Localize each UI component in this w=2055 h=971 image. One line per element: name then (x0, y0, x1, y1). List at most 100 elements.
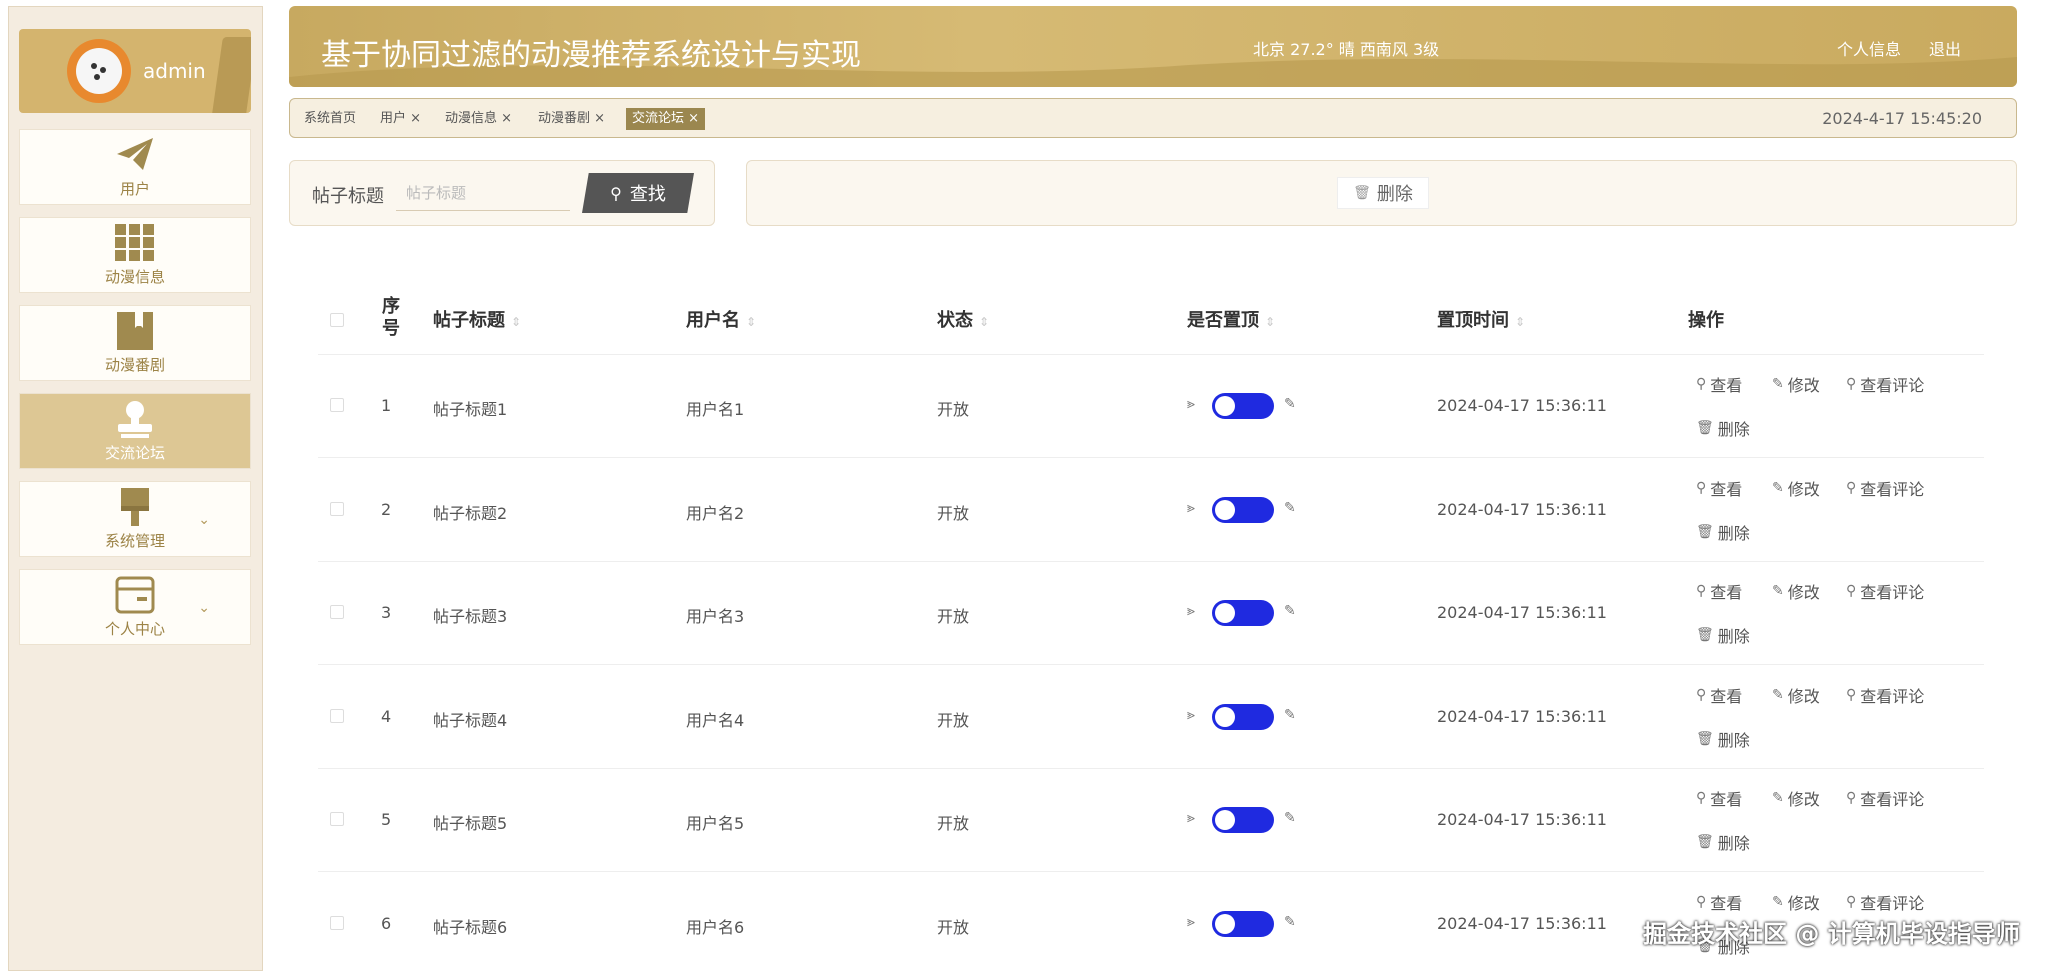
sidebar-item-personal[interactable]: 个人中心 ⌄ (19, 569, 251, 645)
profile-link[interactable]: 个人信息 (1837, 36, 1901, 60)
view-button[interactable]: ⚲ 查看 (1696, 890, 1742, 914)
pin-toggle[interactable] (1212, 910, 1274, 937)
trash-icon: 🗑 (1696, 834, 1714, 850)
sidebar: admin 用户 动漫信息 动漫番剧 交流论坛 系统管理 ⌄ 个人中心 ⌄ (8, 6, 263, 971)
page-title: 基于协同过滤的动漫推荐系统设计与实现 (321, 38, 861, 73)
col-status-label: 状态 (937, 310, 973, 331)
trash-icon: 🗑 (1696, 523, 1714, 540)
tab-home[interactable]: 系统首页 (298, 108, 362, 130)
row-checkbox[interactable] (330, 915, 344, 930)
view-button[interactable]: ⚲ 查看 (1696, 786, 1742, 810)
share-icon: ⪢ (1187, 499, 1195, 516)
view-label: 查看 (1710, 686, 1743, 706)
view-comments-button[interactable]: ⚲ 查看评论 (1846, 579, 1924, 603)
cell-title: 帖子标题6 (433, 917, 508, 937)
search-icon: ⚲ (1846, 583, 1857, 599)
row-checkbox[interactable] (330, 605, 344, 619)
col-pin-time[interactable]: 置顶时间 ⇕ (1437, 306, 1525, 332)
pin-toggle[interactable] (1212, 393, 1274, 419)
row-checkbox[interactable] (330, 398, 344, 412)
cell-title: 帖子标题4 (433, 710, 508, 730)
tab-anime-series[interactable]: 动漫番剧 × (532, 108, 611, 130)
search-icon: ⚲ (1846, 893, 1857, 910)
view-comments-button[interactable]: ⚲ 查看评论 (1846, 372, 1924, 396)
delete-label: 删除 (1717, 834, 1750, 853)
row-checkbox[interactable] (330, 812, 344, 826)
view-label: 查看 (1710, 893, 1743, 913)
view-button[interactable]: ⚲ 查看 (1696, 579, 1742, 603)
tab-anime-info[interactable]: 动漫信息 × (439, 108, 518, 130)
view-comments-button[interactable]: ⚲ 查看评论 (1846, 476, 1924, 500)
pencil-icon[interactable]: ✎ (1284, 603, 1296, 619)
col-user-label: 用户名 (686, 310, 740, 331)
cell-title: 帖子标题2 (433, 503, 508, 523)
delete-label: 删除 (1717, 420, 1750, 439)
wallet-icon (115, 576, 155, 613)
delete-button[interactable]: 🗑 删除 (1696, 727, 1750, 751)
chevron-down-icon: ⌄ (198, 600, 210, 616)
pencil-icon[interactable]: ✎ (1284, 396, 1296, 412)
cell-user: 用户名2 (686, 503, 745, 523)
edit-button[interactable]: ✎ 修改 (1772, 579, 1820, 603)
table-row: 3 帖子标题3 用户名3 开放 ⪢ ✎ 2024-04-17 15:36:11 ⚲ 查看 ✎ 修改 ⚲… (318, 561, 1984, 665)
view-comments-button[interactable]: ⚲ 查看评论 (1846, 786, 1924, 810)
edit-button[interactable]: ✎ 修改 (1772, 476, 1820, 500)
sidebar-item-users[interactable]: 用户 (19, 129, 251, 205)
tab-forum[interactable]: 交流论坛 × (626, 108, 706, 130)
sidebar-item-label: 系统管理 (104, 531, 165, 550)
pencil-icon: ✎ (1772, 893, 1784, 910)
username: admin (143, 59, 206, 83)
pin-toggle[interactable] (1212, 703, 1274, 730)
pencil-icon[interactable]: ✎ (1284, 914, 1296, 930)
toggle-knob (1215, 913, 1235, 934)
search-icon: ⚲ (1846, 790, 1857, 806)
select-all-checkbox[interactable] (330, 313, 344, 327)
col-title[interactable]: 帖子标题 ⇕ (433, 306, 521, 332)
search-button[interactable]: ⚲ 查找 (582, 173, 694, 213)
pin-toggle[interactable] (1212, 600, 1274, 626)
delete-label: 删除 (1717, 627, 1750, 646)
sidebar-item-anime-info[interactable]: 动漫信息 (19, 217, 251, 293)
search-icon: ⚲ (1696, 376, 1707, 392)
view-comments-button[interactable]: ⚲ 查看评论 (1846, 683, 1924, 707)
edit-button[interactable]: ✎ 修改 (1772, 683, 1820, 707)
logout-link[interactable]: 退出 (1929, 36, 1961, 60)
search-input[interactable] (396, 175, 570, 211)
col-status[interactable]: 状态 ⇕ (937, 306, 989, 332)
view-comments-button[interactable]: ⚲ 查看评论 (1846, 890, 1924, 914)
pin-toggle[interactable] (1212, 496, 1274, 523)
cell-pin-time: 2024-04-17 15:36:11 (1437, 913, 1607, 933)
cell-pin-time: 2024-04-17 15:36:11 (1437, 499, 1607, 519)
col-user[interactable]: 用户名 ⇕ (686, 306, 756, 332)
sidebar-item-label: 个人中心 (104, 619, 165, 638)
pencil-icon[interactable]: ✎ (1284, 500, 1296, 516)
delete-button[interactable]: 🗑 删除 (1696, 416, 1750, 440)
view-button[interactable]: ⚲ 查看 (1696, 476, 1742, 500)
delete-button[interactable]: 🗑 删除 (1696, 623, 1750, 647)
cell-user: 用户名1 (686, 400, 745, 419)
row-checkbox[interactable] (330, 708, 344, 723)
edit-button[interactable]: ✎ 修改 (1772, 786, 1820, 810)
sidebar-item-system[interactable]: 系统管理 ⌄ (19, 481, 251, 557)
sidebar-item-anime-series[interactable]: 动漫番剧 (19, 305, 251, 381)
delete-button[interactable]: 🗑 删除 (1696, 520, 1750, 544)
pencil-icon[interactable]: ✎ (1284, 707, 1296, 723)
delete-button[interactable]: 🗑 删除 (1696, 830, 1750, 854)
cell-pin-time: 2024-04-17 15:36:11 (1437, 603, 1607, 622)
tab-users[interactable]: 用户 × (374, 108, 427, 130)
pencil-icon[interactable]: ✎ (1284, 810, 1296, 826)
batch-delete-button[interactable]: 🗑 删除 (1337, 177, 1429, 209)
sidebar-item-forum[interactable]: 交流论坛 (19, 393, 251, 469)
avatar[interactable] (67, 39, 131, 103)
edit-button[interactable]: ✎ 修改 (1772, 372, 1820, 396)
pin-toggle[interactable] (1212, 807, 1274, 833)
view-button[interactable]: ⚲ 查看 (1696, 372, 1742, 396)
edit-button[interactable]: ✎ 修改 (1772, 890, 1820, 914)
view-button[interactable]: ⚲ 查看 (1696, 683, 1742, 707)
share-icon: ⪢ (1187, 706, 1195, 723)
row-checkbox[interactable] (330, 501, 344, 516)
col-pinned[interactable]: 是否置顶 ⇕ (1187, 306, 1275, 332)
cell-status: 开放 (937, 607, 970, 626)
cell-seq: 4 (381, 706, 392, 726)
weather-info: 北京 27.2° 晴 西南风 3级 (1253, 40, 1440, 59)
